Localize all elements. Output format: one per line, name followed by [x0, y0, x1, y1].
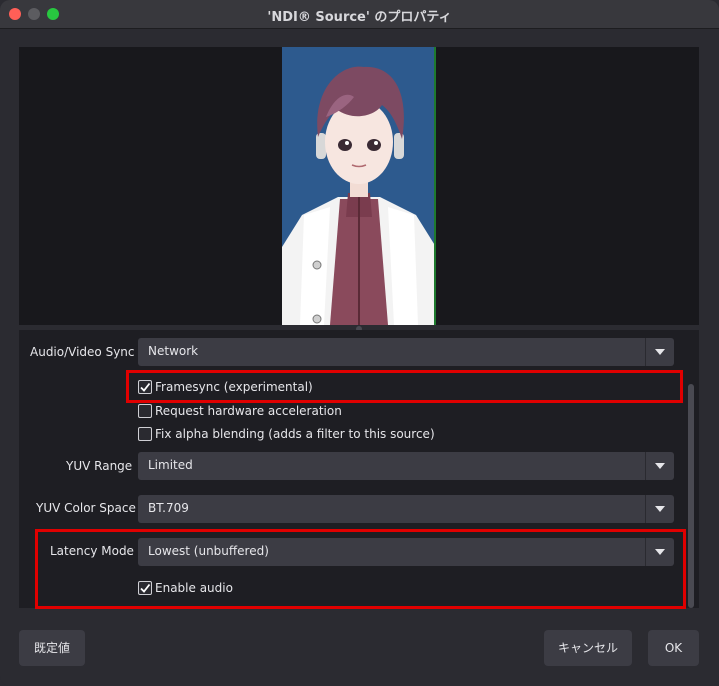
- fix-alpha-label: Fix alpha blending (adds a filter to thi…: [155, 427, 435, 441]
- framesync-highlight-box: [126, 370, 683, 403]
- chevron-down-icon: [655, 463, 665, 469]
- yuv-range-dropdown-button[interactable]: [645, 452, 674, 480]
- yuv-color-space-label: YUV Color Space: [36, 501, 136, 515]
- av-sync-select[interactable]: Network: [138, 338, 674, 366]
- cancel-button[interactable]: キャンセル: [544, 630, 632, 666]
- yuv-color-space-dropdown-button[interactable]: [645, 495, 674, 523]
- latency-highlight-box: [35, 529, 686, 609]
- chevron-down-icon: [655, 349, 665, 355]
- av-sync-dropdown-button[interactable]: [645, 338, 674, 366]
- preview-edge-line: [434, 47, 436, 325]
- chevron-down-icon: [655, 506, 665, 512]
- yuv-color-space-select[interactable]: BT.709: [138, 495, 674, 523]
- hw-accel-checkbox[interactable]: [138, 404, 152, 418]
- av-sync-value: Network: [148, 344, 199, 358]
- properties-scrollbar[interactable]: [688, 384, 694, 608]
- yuv-range-value: Limited: [148, 458, 193, 472]
- ok-button[interactable]: OK: [648, 630, 699, 666]
- yuv-color-space-value: BT.709: [148, 501, 189, 515]
- hw-accel-label: Request hardware acceleration: [155, 404, 342, 418]
- preview-avatar-image: [282, 47, 436, 325]
- restore-defaults-button[interactable]: 既定値: [19, 630, 85, 666]
- yuv-range-label: YUV Range: [66, 459, 133, 473]
- window-title: 'NDI® Source' のプロパティ: [267, 10, 452, 25]
- av-sync-label: Audio/Video Sync: [30, 345, 135, 359]
- title-bar: 'NDI® Source' のプロパティ: [0, 0, 719, 29]
- yuv-range-select[interactable]: Limited: [138, 452, 674, 480]
- properties-window: 'NDI® Source' のプロパティ Audio/Video Sync Ne…: [0, 0, 719, 686]
- fix-alpha-checkbox[interactable]: [138, 427, 152, 441]
